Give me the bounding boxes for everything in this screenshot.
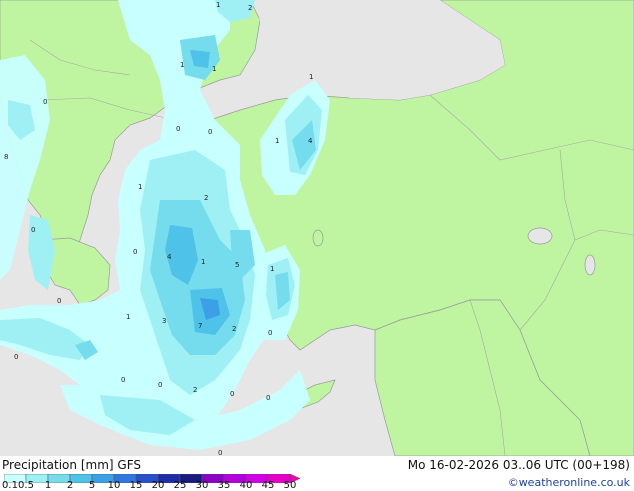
value-label: 1 (126, 313, 130, 321)
value-label: 4 (308, 137, 313, 145)
island-lake (312, 229, 324, 247)
value-label: 1 (270, 265, 274, 273)
value-label: 0 (230, 390, 234, 398)
value-label: 0 (133, 248, 137, 256)
value-label: 1 (216, 1, 220, 9)
value-label: 2 (193, 386, 197, 394)
value-label: 1 (309, 73, 313, 81)
value-label: 1 (201, 258, 205, 266)
value-label: 2 (248, 4, 252, 12)
value-label: 3 (162, 317, 166, 325)
value-label: 0 (268, 329, 272, 337)
value-label: 7 (198, 322, 202, 330)
lake-van (527, 227, 553, 245)
precipitation-map: 2 1 1 0 1 4 1 0 0 8 1 2 0 0 4 1 5 1 0 1 … (0, 0, 634, 456)
value-label: 0 (43, 98, 47, 106)
product-name: Precipitation [mm] (2, 458, 114, 472)
value-label: 1 (138, 183, 142, 191)
value-label: 0 (57, 297, 61, 305)
value-label: 0 (31, 226, 35, 234)
value-label: 0 (14, 353, 18, 361)
value-label: 2 (204, 194, 208, 202)
legend-footer: Precipitation [mm] GFS Mo 16-02-2026 03.… (0, 456, 634, 491)
value-label: 8 (4, 153, 8, 161)
model-name: GFS (117, 458, 141, 472)
valid-time: Mo 16-02-2026 03..06 UTC (00+198) (407, 458, 630, 472)
value-label: 0 (158, 381, 162, 389)
value-label: 0 (176, 125, 180, 133)
map-canvas: 2 1 1 0 1 4 1 0 0 8 1 2 0 0 4 1 5 1 0 1 … (0, 0, 634, 456)
credit-link[interactable]: ©weatheronline.co.uk (508, 476, 630, 490)
lake-urmia (584, 254, 596, 276)
product-title: Precipitation [mm] GFS (2, 458, 141, 472)
value-label: 0 (208, 128, 212, 136)
value-label: 0 (266, 394, 270, 402)
value-label: 0 (121, 376, 125, 384)
value-label: 0 (218, 449, 222, 456)
value-label: 4 (167, 253, 172, 261)
value-label: 5 (235, 261, 239, 269)
value-label: 1 (275, 137, 279, 145)
value-label: 1 (180, 61, 184, 69)
value-label: 1 (212, 65, 216, 73)
value-label: 2 (232, 325, 236, 333)
